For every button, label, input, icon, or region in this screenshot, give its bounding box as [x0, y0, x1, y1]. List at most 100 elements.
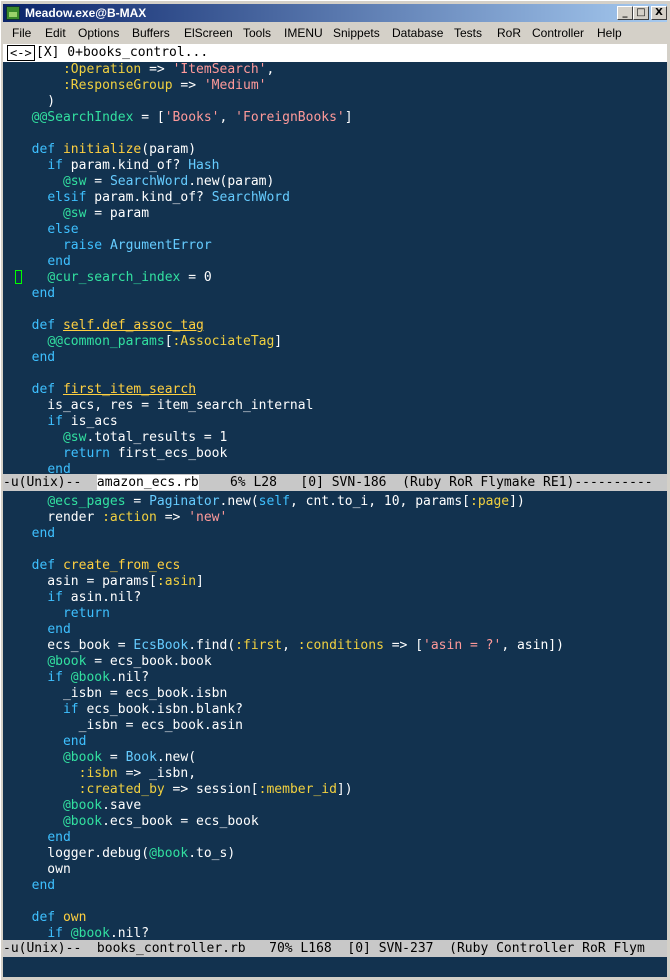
- code-line: _isbn = ecs_book.isbn: [16, 686, 227, 702]
- code-token: 'Books': [164, 110, 220, 125]
- menu-controller[interactable]: Controller: [532, 26, 584, 40]
- code-line: def first_item_search: [16, 382, 196, 398]
- code-token: is_acs: [62, 414, 118, 429]
- code-line: elsif param.kind_of? SearchWord: [16, 190, 290, 206]
- code-token: .new(: [156, 750, 197, 765]
- tab-cycle-button[interactable]: <->: [7, 45, 35, 61]
- text-cursor: [15, 270, 22, 284]
- menu-snippets[interactable]: Snippets: [333, 26, 380, 40]
- code-token: asin.nil?: [62, 590, 142, 605]
- code-token: => session[: [164, 782, 259, 797]
- code-token: .total_results = 1: [86, 430, 228, 445]
- close-button[interactable]: X: [651, 6, 667, 20]
- modeline-status: 6% L28 [0] SVN-186 (Ruby RoR Flymake RE1…: [198, 475, 653, 490]
- code-line: :isbn => _isbn,: [16, 766, 196, 782]
- code-line: def create_from_ecs: [16, 558, 181, 574]
- code-token: ]: [196, 574, 204, 589]
- menu-edit[interactable]: Edit: [45, 26, 66, 40]
- code-token: :member_id: [258, 782, 337, 797]
- menu-imenu[interactable]: IMENU: [284, 26, 323, 40]
- window-title: Meadow.exe@B-MAX: [25, 6, 147, 20]
- code-token: is_acs, res = item_search_internal: [16, 398, 314, 413]
- code-token: :ResponseGroup: [62, 78, 173, 93]
- code-token: .new(: [219, 494, 259, 509]
- code-token: =>: [141, 62, 173, 77]
- menu-database[interactable]: Database: [392, 26, 443, 40]
- code-token: SearchWord: [211, 190, 290, 205]
- tab-current[interactable]: [X] 0+books_control...: [36, 45, 208, 61]
- code-token: first_item_search: [62, 382, 197, 397]
- code-line: render :action => 'new': [16, 510, 227, 526]
- code-token: end: [31, 526, 56, 541]
- menu-help[interactable]: Help: [597, 26, 622, 40]
- code-line: is_acs, res = item_search_internal: [16, 398, 313, 414]
- code-token: =: [86, 174, 110, 189]
- code-line: def own: [16, 910, 87, 926]
- title-bar[interactable]: Meadow.exe@B-MAX _ □ X: [3, 4, 667, 22]
- code-token: :created_by: [78, 782, 165, 797]
- menu-options[interactable]: Options: [78, 26, 119, 40]
- code-token: , asin]): [501, 638, 564, 653]
- modeline-buffer-name[interactable]: amazon_ecs.rb: [96, 475, 199, 490]
- code-token: _isbn = ecs_book.isbn: [16, 686, 228, 701]
- maximize-button[interactable]: □: [633, 6, 649, 20]
- code-token: .new(param): [188, 174, 275, 189]
- code-line: @book = Book.new(: [16, 750, 196, 766]
- code-token: 'ForeignBooks': [235, 110, 345, 125]
- code-token: @ecs_pages: [47, 494, 126, 509]
- code-token: initialize: [62, 142, 142, 157]
- modeline-encoding: -u(Unix)--: [3, 941, 97, 956]
- code-token: @book: [70, 926, 110, 939]
- top-modeline[interactable]: -u(Unix)-- amazon_ecs.rb 6% L28 [0] SVN-…: [3, 474, 667, 491]
- menu-tests[interactable]: Tests: [454, 26, 482, 40]
- menu-tools[interactable]: Tools: [243, 26, 271, 40]
- code-token: end: [31, 350, 56, 365]
- code-token: .nil?: [109, 670, 150, 685]
- code-token: end: [47, 622, 71, 637]
- code-line: end: [16, 286, 55, 302]
- minibuffer[interactable]: [3, 957, 667, 977]
- code-token: self.def_assoc_tag: [62, 318, 204, 333]
- code-token: else: [47, 222, 79, 237]
- code-token: .save: [102, 798, 142, 813]
- minimize-button[interactable]: _: [617, 6, 633, 20]
- code-token: render: [16, 510, 103, 525]
- code-token: ,: [219, 110, 236, 125]
- code-token: end: [47, 830, 71, 845]
- modeline-buffer-name[interactable]: books_controller.rb: [97, 941, 246, 956]
- code-line: logger.debug(@book.to_s): [16, 846, 235, 862]
- code-line: :Operation => 'ItemSearch',: [16, 62, 274, 78]
- menu-buffers[interactable]: Buffers: [132, 26, 170, 40]
- menu-file[interactable]: File: [12, 26, 31, 40]
- menu-elscreen[interactable]: ElScreen: [184, 26, 233, 40]
- code-line: @sw.total_results = 1: [16, 430, 227, 446]
- code-token: =: [125, 494, 150, 509]
- code-line: @@common_params[:AssociateTag]: [16, 334, 282, 350]
- code-token: ]: [344, 110, 353, 125]
- bottom-modeline[interactable]: -u(Unix)-- books_controller.rb 70% L168 …: [3, 940, 667, 957]
- bottom-editor-pane[interactable]: @ecs_pages = Paginator.new(self, cnt.to_…: [3, 492, 667, 939]
- code-token: ,: [282, 638, 298, 653]
- code-token: return: [62, 446, 110, 461]
- code-token: def: [31, 558, 56, 573]
- menu-bar: File Edit Options Buffers ElScreen Tools…: [3, 23, 667, 43]
- top-editor-pane[interactable]: :Operation => 'ItemSearch', :ResponseGro…: [3, 62, 667, 474]
- code-token: 'new': [188, 510, 228, 525]
- menu-ror[interactable]: RoR: [497, 26, 521, 40]
